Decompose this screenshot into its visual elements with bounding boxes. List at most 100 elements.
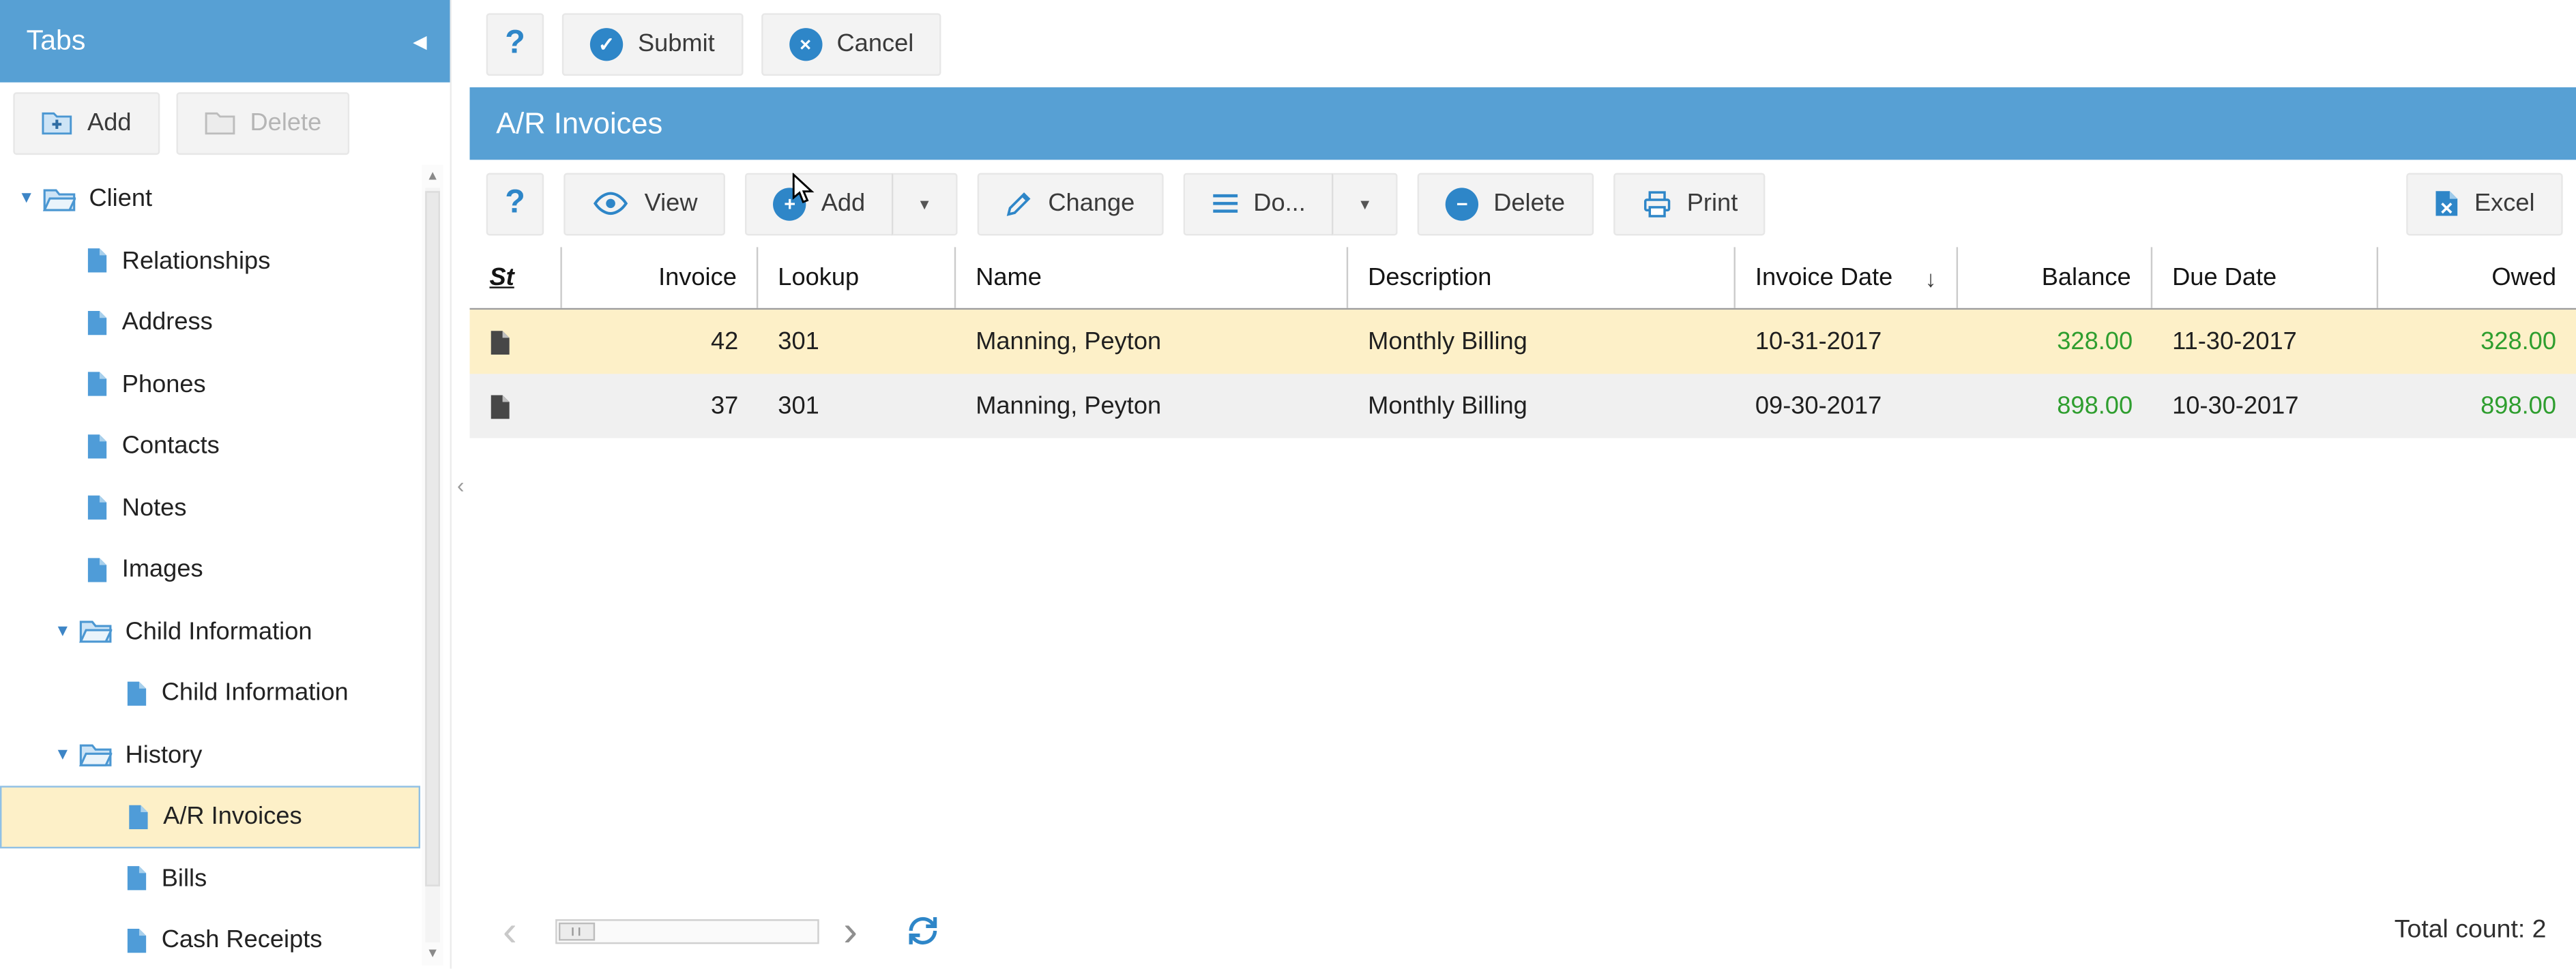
tree-item-address[interactable]: Address — [0, 292, 420, 354]
cell-name: Manning, Peyton — [976, 327, 1162, 356]
do-label: Do... — [1253, 189, 1306, 218]
cell-lookup: 301 — [778, 391, 819, 421]
check-icon: ✓ — [589, 27, 624, 61]
help-button[interactable]: ? — [486, 12, 544, 75]
tree-item-label: A/R Invoices — [163, 803, 302, 831]
form-toolbar: ? ✓ Submit × Cancel — [470, 0, 2576, 87]
expand-collapse-icon[interactable]: ▼ — [49, 746, 76, 764]
tree-item-phones[interactable]: Phones — [0, 353, 420, 415]
cell-description: Monthly Billing — [1368, 327, 1527, 356]
expand-collapse-icon[interactable]: ▼ — [13, 190, 40, 208]
excel-label: Excel — [2474, 189, 2535, 218]
cancel-button[interactable]: × Cancel — [761, 12, 942, 75]
tree-item-label: Bills — [161, 864, 207, 893]
pager-prev-icon[interactable]: ‹ — [503, 910, 517, 953]
tree-item-notes[interactable]: Notes — [0, 477, 420, 539]
do-button[interactable]: Do... — [1182, 172, 1332, 235]
scrollbar-thumb[interactable] — [425, 191, 441, 886]
sidebar-splitter[interactable]: ‹ — [450, 0, 470, 969]
tree-item-label: Child Information — [161, 679, 349, 708]
page-icon — [86, 310, 109, 336]
tree-item-images[interactable]: Images — [0, 539, 420, 601]
change-button[interactable]: Change — [977, 172, 1163, 235]
table-row[interactable]: 37 301 Manning, Peyton Monthly Billing 0… — [469, 374, 2576, 438]
column-header-due-date[interactable]: Due Date — [2152, 247, 2379, 308]
add-tab-button[interactable]: Add — [13, 91, 160, 154]
tree-item-child-information[interactable]: Child Information — [0, 662, 420, 724]
help-icon: ? — [505, 184, 525, 221]
submit-button[interactable]: ✓ Submit — [561, 12, 743, 75]
table-row[interactable]: 42 301 Manning, Peyton Monthly Billing 1… — [469, 310, 2576, 374]
scroll-up-icon[interactable]: ▲ — [426, 165, 439, 188]
expand-collapse-icon[interactable]: ▼ — [49, 623, 76, 641]
folder-delete-icon — [204, 110, 235, 135]
excel-button[interactable]: Excel — [2406, 172, 2563, 235]
help-button[interactable]: ? — [486, 172, 544, 235]
print-button[interactable]: Print — [1613, 172, 1766, 235]
page-icon — [86, 433, 109, 460]
sidebar-scrollbar[interactable]: ▲ ▼ — [422, 164, 443, 966]
column-header-invoice[interactable]: Invoice — [562, 247, 759, 308]
add-dropdown-button[interactable]: ▼ — [891, 172, 958, 235]
column-header-balance[interactable]: Balance — [1958, 247, 2153, 308]
folder-icon — [78, 618, 113, 645]
tree-item-client[interactable]: ▼ Client — [0, 168, 420, 230]
menu-icon — [1210, 193, 1238, 214]
main-panel: ? ✓ Submit × Cancel A/R Invoices ? View — [469, 0, 2576, 969]
minus-icon: − — [1446, 187, 1479, 220]
add-button[interactable]: + Add — [745, 172, 892, 235]
sort-desc-icon: ↓ — [1924, 264, 1937, 291]
scrollbar-track[interactable] — [425, 188, 441, 943]
cell-lookup: 301 — [778, 327, 819, 356]
tree-item-label: Images — [121, 555, 203, 584]
tree-item-label: History — [125, 741, 203, 769]
submit-label: Submit — [637, 29, 715, 58]
tree-item-label: Contacts — [121, 432, 220, 460]
delete-tab-button[interactable]: Delete — [175, 91, 350, 154]
refresh-icon[interactable] — [905, 913, 941, 949]
scroll-down-icon[interactable]: ▼ — [426, 943, 439, 966]
tree-item-label: Relationships — [121, 246, 271, 275]
cell-status — [470, 310, 562, 374]
add-tab-label: Add — [87, 108, 132, 137]
tree-item-child-information-folder[interactable]: ▼ Child Information — [0, 601, 420, 663]
cancel-label: Cancel — [836, 29, 914, 58]
tree-item-label: Child Information — [125, 617, 312, 646]
pager-next-icon[interactable]: › — [843, 910, 858, 953]
close-icon: × — [789, 27, 822, 61]
column-header-lookup[interactable]: Lookup — [758, 247, 956, 308]
column-header-description[interactable]: Description — [1348, 247, 1736, 308]
page-icon — [86, 371, 109, 398]
plus-icon: + — [773, 187, 806, 220]
view-button[interactable]: View — [564, 172, 726, 235]
pager-scrollbar-thumb[interactable] — [558, 922, 595, 940]
pager-scrollbar[interactable] — [555, 919, 819, 944]
sidebar-header: Tabs ◀ — [0, 0, 450, 83]
cell-owed: 328.00 — [2480, 327, 2557, 356]
panel-title: A/R Invoices — [469, 87, 2576, 160]
tree-item-ar-invoices[interactable]: A/R Invoices — [0, 786, 421, 848]
pager-bar: ‹ › Total count: 2 — [470, 893, 2576, 969]
tree-item-history[interactable]: ▼ History — [0, 724, 420, 786]
folder-icon — [42, 185, 76, 212]
tree-item-relationships[interactable]: Relationships — [0, 230, 420, 292]
column-header-invoice-date[interactable]: Invoice Date ↓ — [1736, 247, 1959, 308]
column-header-name[interactable]: Name — [956, 247, 1349, 308]
delete-button[interactable]: − Delete — [1418, 172, 1594, 235]
column-header-owed[interactable]: Owed — [2378, 247, 2576, 308]
tree-item-label: Cash Receipts — [161, 926, 323, 955]
page-icon — [127, 803, 150, 830]
chevron-down-icon: ▼ — [1357, 195, 1373, 212]
collapse-sidebar-icon[interactable]: ◀ — [413, 31, 426, 52]
tabs-tree: ▼ Client Relationships Address Phones Co… — [0, 163, 450, 969]
tree-item-bills[interactable]: Bills — [0, 848, 420, 910]
do-dropdown-button[interactable]: ▼ — [1332, 172, 1399, 235]
tree-item-cash-receipts[interactable]: Cash Receipts — [0, 910, 420, 969]
chevron-down-icon: ▼ — [917, 195, 932, 212]
cell-name: Manning, Peyton — [976, 391, 1162, 421]
tabs-sidebar: Tabs ◀ Add Delete ▼ Client Relationships… — [0, 0, 450, 969]
pencil-icon — [1006, 190, 1034, 218]
column-header-st[interactable]: St — [470, 247, 562, 308]
tree-item-contacts[interactable]: Contacts — [0, 415, 420, 477]
splitter-collapse-icon[interactable]: ‹ — [457, 472, 464, 496]
